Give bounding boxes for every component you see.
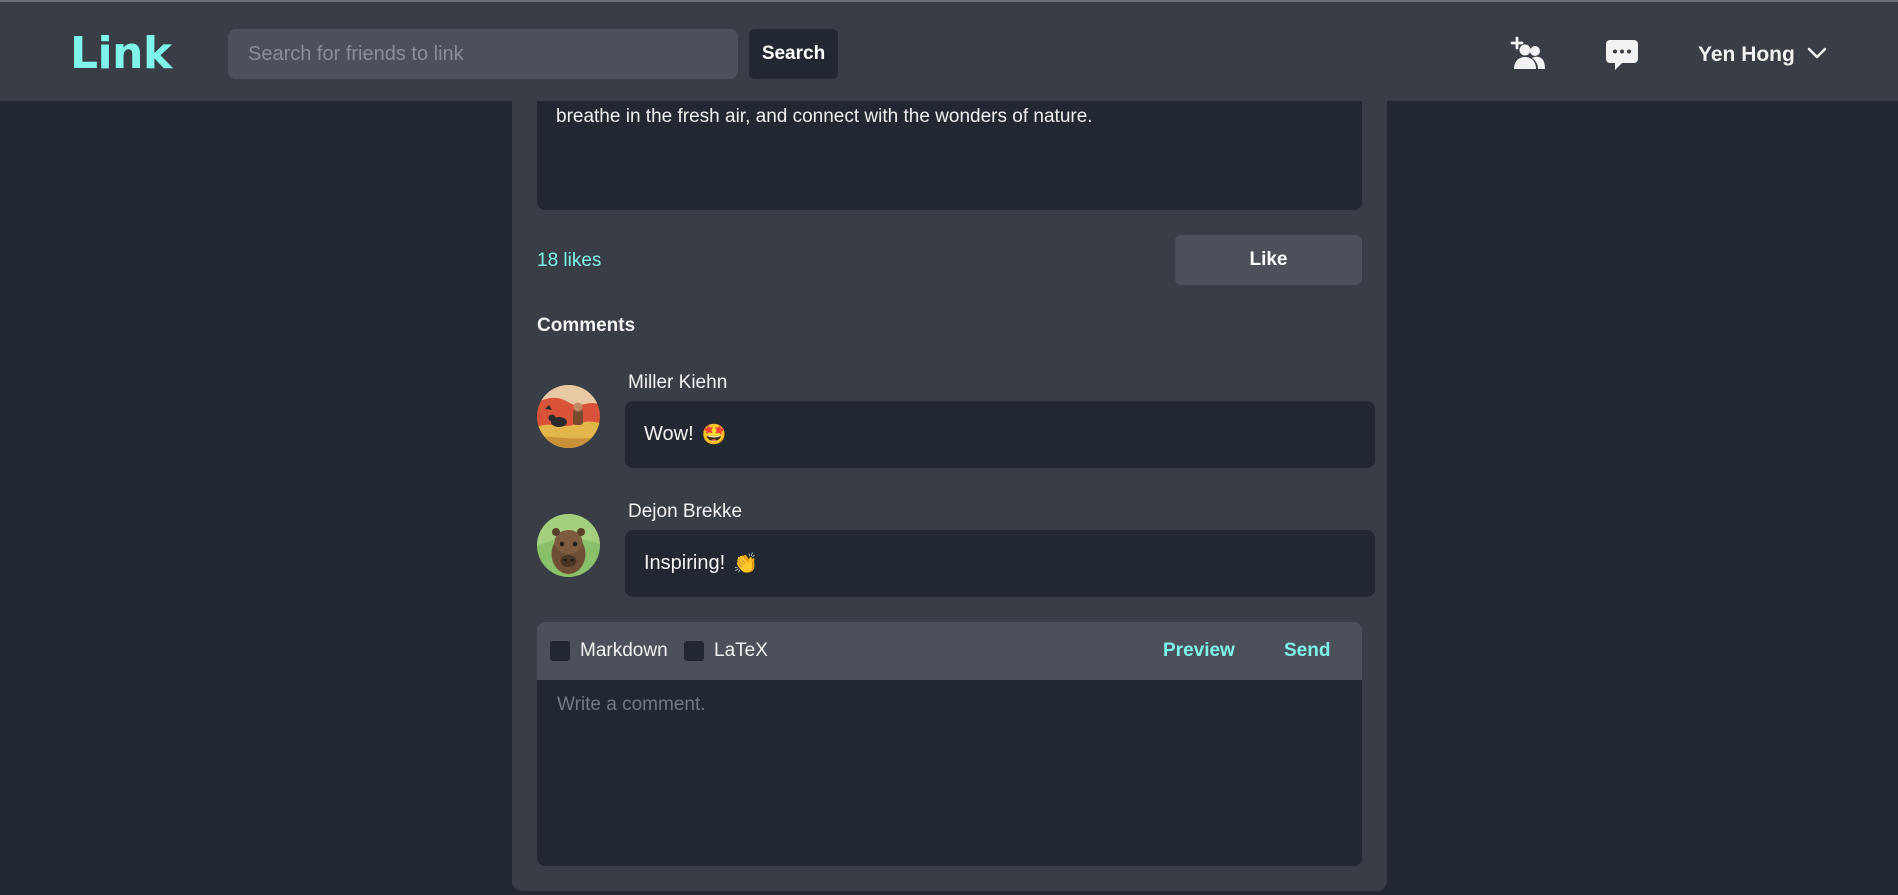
post-text: breathe in the fresh air, and connect wi…: [556, 106, 1093, 127]
comment-bubble: Wow! 🤩: [625, 401, 1375, 468]
markdown-toggle[interactable]: Markdown: [550, 640, 668, 662]
latex-label: LaTeX: [714, 640, 768, 661]
comment-text: Wow! 🤩: [644, 422, 727, 447]
comment-text-content: Wow!: [644, 423, 694, 445]
comment-text: Inspiring! 👏: [644, 551, 758, 576]
messages-icon[interactable]: [1604, 38, 1640, 72]
avatar[interactable]: [537, 514, 600, 577]
markdown-label: Markdown: [580, 640, 668, 661]
preview-button[interactable]: Preview: [1163, 640, 1235, 662]
user-name: Yen Hong: [1698, 43, 1795, 66]
user-menu[interactable]: Yen Hong: [1698, 40, 1827, 70]
chevron-down-icon: [1807, 46, 1827, 65]
latex-checkbox[interactable]: [684, 641, 704, 661]
comment-author[interactable]: Miller Kiehn: [628, 372, 727, 394]
likes-count[interactable]: 18 likes: [537, 250, 601, 272]
search-input[interactable]: [228, 29, 738, 79]
add-friend-icon[interactable]: [1510, 36, 1546, 72]
clapping-hands-emoji-icon: 👏: [733, 553, 759, 575]
comment-text-content: Inspiring!: [644, 552, 726, 574]
send-button[interactable]: Send: [1284, 640, 1330, 662]
brand-logo[interactable]: Link: [70, 28, 172, 80]
comments-heading: Comments: [537, 315, 636, 336]
star-struck-emoji-icon: 🤩: [701, 424, 727, 446]
avatar[interactable]: [537, 385, 600, 448]
comment-input[interactable]: [537, 680, 1362, 866]
like-button[interactable]: Like: [1175, 235, 1362, 285]
comment-editor-toolbar: Markdown LaTeX Preview Send: [537, 622, 1362, 680]
comment-bubble: Inspiring! 👏: [625, 530, 1375, 597]
comment-author[interactable]: Dejon Brekke: [628, 501, 742, 523]
markdown-checkbox[interactable]: [550, 641, 570, 661]
search-button[interactable]: Search: [749, 29, 838, 79]
navbar: Link Search Yen Hong: [0, 0, 1898, 101]
latex-toggle[interactable]: LaTeX: [684, 640, 768, 662]
